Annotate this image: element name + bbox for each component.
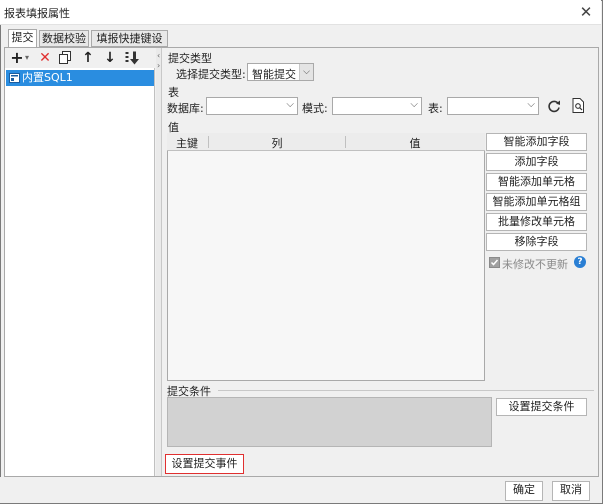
column-header-column[interactable]: 列 [209, 135, 345, 151]
collapse-left-icon[interactable]: ‹ [157, 51, 160, 60]
set-submit-event-button[interactable]: 设置提交事件 [165, 454, 244, 474]
table-label: 表: [428, 102, 443, 115]
smart-add-field-button[interactable]: 智能添加字段 [486, 133, 587, 151]
move-bottom-icon[interactable] [124, 50, 140, 66]
chevron-down-icon: ⌵ [286, 99, 294, 110]
submit-condition-area [167, 397, 492, 447]
unmodified-no-update-label: 未修改不更新 [502, 258, 568, 271]
chevron-down-icon: ⌵ [527, 99, 535, 110]
section-divider [218, 390, 594, 391]
tree-item-label: 内置SQL1 [22, 71, 73, 84]
chevron-down-icon: ⌵ [410, 99, 418, 110]
set-submit-condition-button[interactable]: 设置提交条件 [496, 398, 587, 416]
chevron-down-icon: ⌵ [299, 64, 313, 80]
cancel-button[interactable]: 取消 [552, 481, 590, 501]
copy-icon[interactable] [57, 50, 73, 66]
batch-modify-cell-button[interactable]: 批量修改单元格 [486, 213, 587, 231]
smart-add-cell-group-button[interactable]: 智能添加单元格组 [486, 193, 587, 211]
refresh-icon[interactable] [545, 97, 563, 115]
preview-icon[interactable] [569, 97, 587, 115]
add-icon[interactable]: + [10, 50, 24, 66]
title-bar [0, 0, 601, 25]
database-select[interactable]: ⌵ [206, 97, 298, 115]
delete-icon[interactable]: ✕ [38, 50, 52, 66]
unmodified-no-update-checkbox[interactable] [489, 257, 500, 268]
table-select[interactable]: ⌵ [447, 97, 539, 115]
move-up-icon[interactable]: ↑ [81, 50, 95, 66]
smart-add-cell-button[interactable]: 智能添加单元格 [486, 173, 587, 191]
close-button[interactable]: ✕ [576, 2, 596, 22]
submit-type-value: 智能提交 [252, 68, 296, 81]
database-label: 数据库: [167, 102, 204, 115]
column-header-value[interactable]: 值 [346, 135, 484, 151]
submit-type-select[interactable]: 智能提交 ⌵ [247, 63, 314, 81]
submit-type-section-title: 提交类型 [168, 52, 212, 65]
schema-label: 模式: [302, 102, 328, 115]
remove-field-button[interactable]: 移除字段 [486, 233, 587, 251]
help-icon[interactable]: ? [574, 256, 586, 268]
move-down-icon[interactable]: ↓ [103, 50, 117, 66]
submit-type-label: 选择提交类型: [176, 68, 246, 81]
ok-button[interactable]: 确定 [505, 481, 543, 501]
sql-list-panel [5, 48, 155, 476]
add-field-button[interactable]: 添加字段 [486, 153, 587, 171]
window-title: 报表填报属性 [4, 7, 70, 20]
expand-right-icon[interactable]: › [157, 61, 160, 70]
tab-submit[interactable]: 提交 [8, 29, 37, 48]
tab-data-validation[interactable]: 数据校验 [39, 30, 89, 47]
tab-shortcut-settings[interactable]: 填报快捷键设置 [91, 30, 168, 60]
schema-select[interactable]: ⌵ [332, 97, 422, 115]
table-section-title: 表 [168, 86, 179, 99]
database-table-icon [9, 73, 20, 83]
add-dropdown-icon[interactable]: ▾ [23, 50, 31, 66]
column-header-primary-key[interactable]: 主键 [167, 135, 207, 151]
panel-splitter[interactable] [156, 48, 162, 476]
value-table[interactable] [167, 133, 485, 381]
